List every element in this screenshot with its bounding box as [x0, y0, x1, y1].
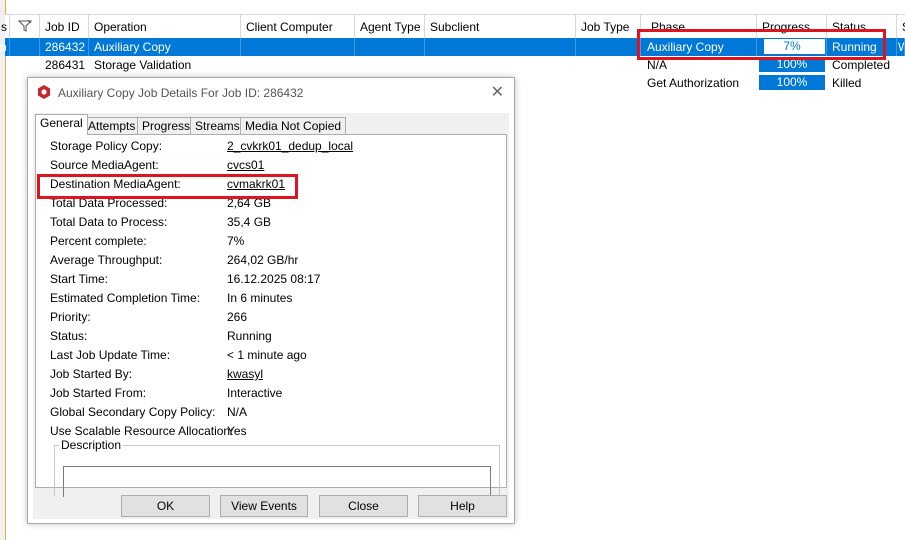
close-icon[interactable]: ✕ [491, 82, 504, 102]
job-started-by-link[interactable]: kwasyl [227, 367, 263, 381]
help-button[interactable]: Help [418, 495, 507, 517]
source-mediaagent-link[interactable]: cvcs01 [227, 158, 264, 172]
dialog-title: Auxiliary Copy Job Details For Job ID: 2… [58, 86, 304, 100]
job-details-dialog: Auxiliary Copy Job Details For Job ID: 2… [27, 77, 515, 524]
column-header-agent-type[interactable]: Agent Type [355, 15, 425, 39]
tab-progress[interactable]: Progress [137, 117, 196, 135]
field-value: 7% [227, 234, 245, 248]
field-label: Estimated Completion Time: [50, 291, 201, 305]
field-value: 16.12.2025 08:17 [227, 272, 321, 286]
tab-general[interactable]: General [35, 114, 88, 135]
storage-policy-copy-link[interactable]: 2_cvkrk01_dedup_local [227, 139, 353, 153]
field-label: Start Time: [50, 272, 109, 286]
field-label: Total Data to Process: [50, 215, 168, 229]
column-header-job-type[interactable]: Job Type [576, 15, 641, 39]
tab-media-not-copied[interactable]: Media Not Copied [240, 117, 347, 135]
agent-type-cell [355, 38, 425, 56]
field-label: Job Started From: [50, 386, 147, 400]
app-logo-icon [37, 85, 51, 102]
close-button[interactable]: Close [319, 495, 408, 517]
row-prefix-cell: n [0, 38, 10, 56]
field-label: Last Job Update Time: [50, 348, 171, 362]
ok-button[interactable]: OK [121, 495, 210, 517]
column-header-s[interactable]: s [0, 15, 10, 39]
field-value: In 6 minutes [227, 291, 293, 305]
field-label: Source MediaAgent: [50, 158, 159, 172]
client-computer-cell [241, 38, 355, 56]
description-textarea[interactable] [63, 466, 491, 497]
status-cell: Killed [832, 76, 862, 90]
field-value: N/A [227, 405, 248, 419]
description-group: Description [54, 438, 500, 497]
job-id-cell: 286432 [40, 38, 89, 56]
field-label: Storage Policy Copy: [50, 139, 163, 153]
row-icon-cell [10, 38, 40, 56]
field-label: Job Started By: [50, 367, 133, 381]
field-label: Percent complete: [50, 234, 147, 248]
view-events-button[interactable]: View Events [220, 495, 308, 517]
field-value: Yes [227, 424, 247, 438]
dialog-title-bar[interactable]: Auxiliary Copy Job Details For Job ID: 2… [28, 78, 514, 108]
field-value: 35,4 GB [227, 215, 272, 229]
column-header-extra[interactable]: S [897, 15, 905, 39]
field-label: Global Secondary Copy Policy: [50, 405, 216, 419]
field-label: Priority: [50, 310, 91, 324]
field-value: 266 [227, 310, 248, 324]
highlight-box-destination [37, 174, 298, 199]
subclient-cell [425, 38, 576, 56]
extra-cell: W [897, 38, 905, 56]
field-label: Average Throughput: [50, 253, 163, 267]
job-type-cell [576, 38, 641, 56]
column-header-subclient[interactable]: Subclient [425, 15, 576, 39]
highlight-box-progress [637, 29, 886, 60]
field-value: 264,02 GB/hr [227, 253, 299, 267]
description-label: Description [59, 438, 124, 452]
tab-attempts[interactable]: Attempts [83, 117, 141, 135]
field-label: Status: [50, 329, 88, 343]
column-header-job-id[interactable]: Job ID [40, 15, 89, 39]
filter-icon[interactable] [10, 15, 40, 39]
phase-cell: Get Authorization [647, 76, 740, 90]
operation-cell: Auxiliary Copy [89, 38, 241, 56]
column-header-operation[interactable]: Operation [89, 15, 241, 39]
column-header-client-computer[interactable]: Client Computer [241, 15, 355, 39]
field-value: < 1 minute ago [227, 348, 307, 362]
field-value: Running [227, 329, 272, 343]
progress-bar: 100% [759, 75, 825, 90]
field-label: Use Scalable Resource Allocation: [50, 424, 234, 438]
field-value: Interactive [227, 386, 283, 400]
job-id-cell: 286431 [45, 58, 86, 72]
tab-streams[interactable]: Streams [190, 117, 245, 135]
operation-cell: Storage Validation [94, 58, 192, 72]
